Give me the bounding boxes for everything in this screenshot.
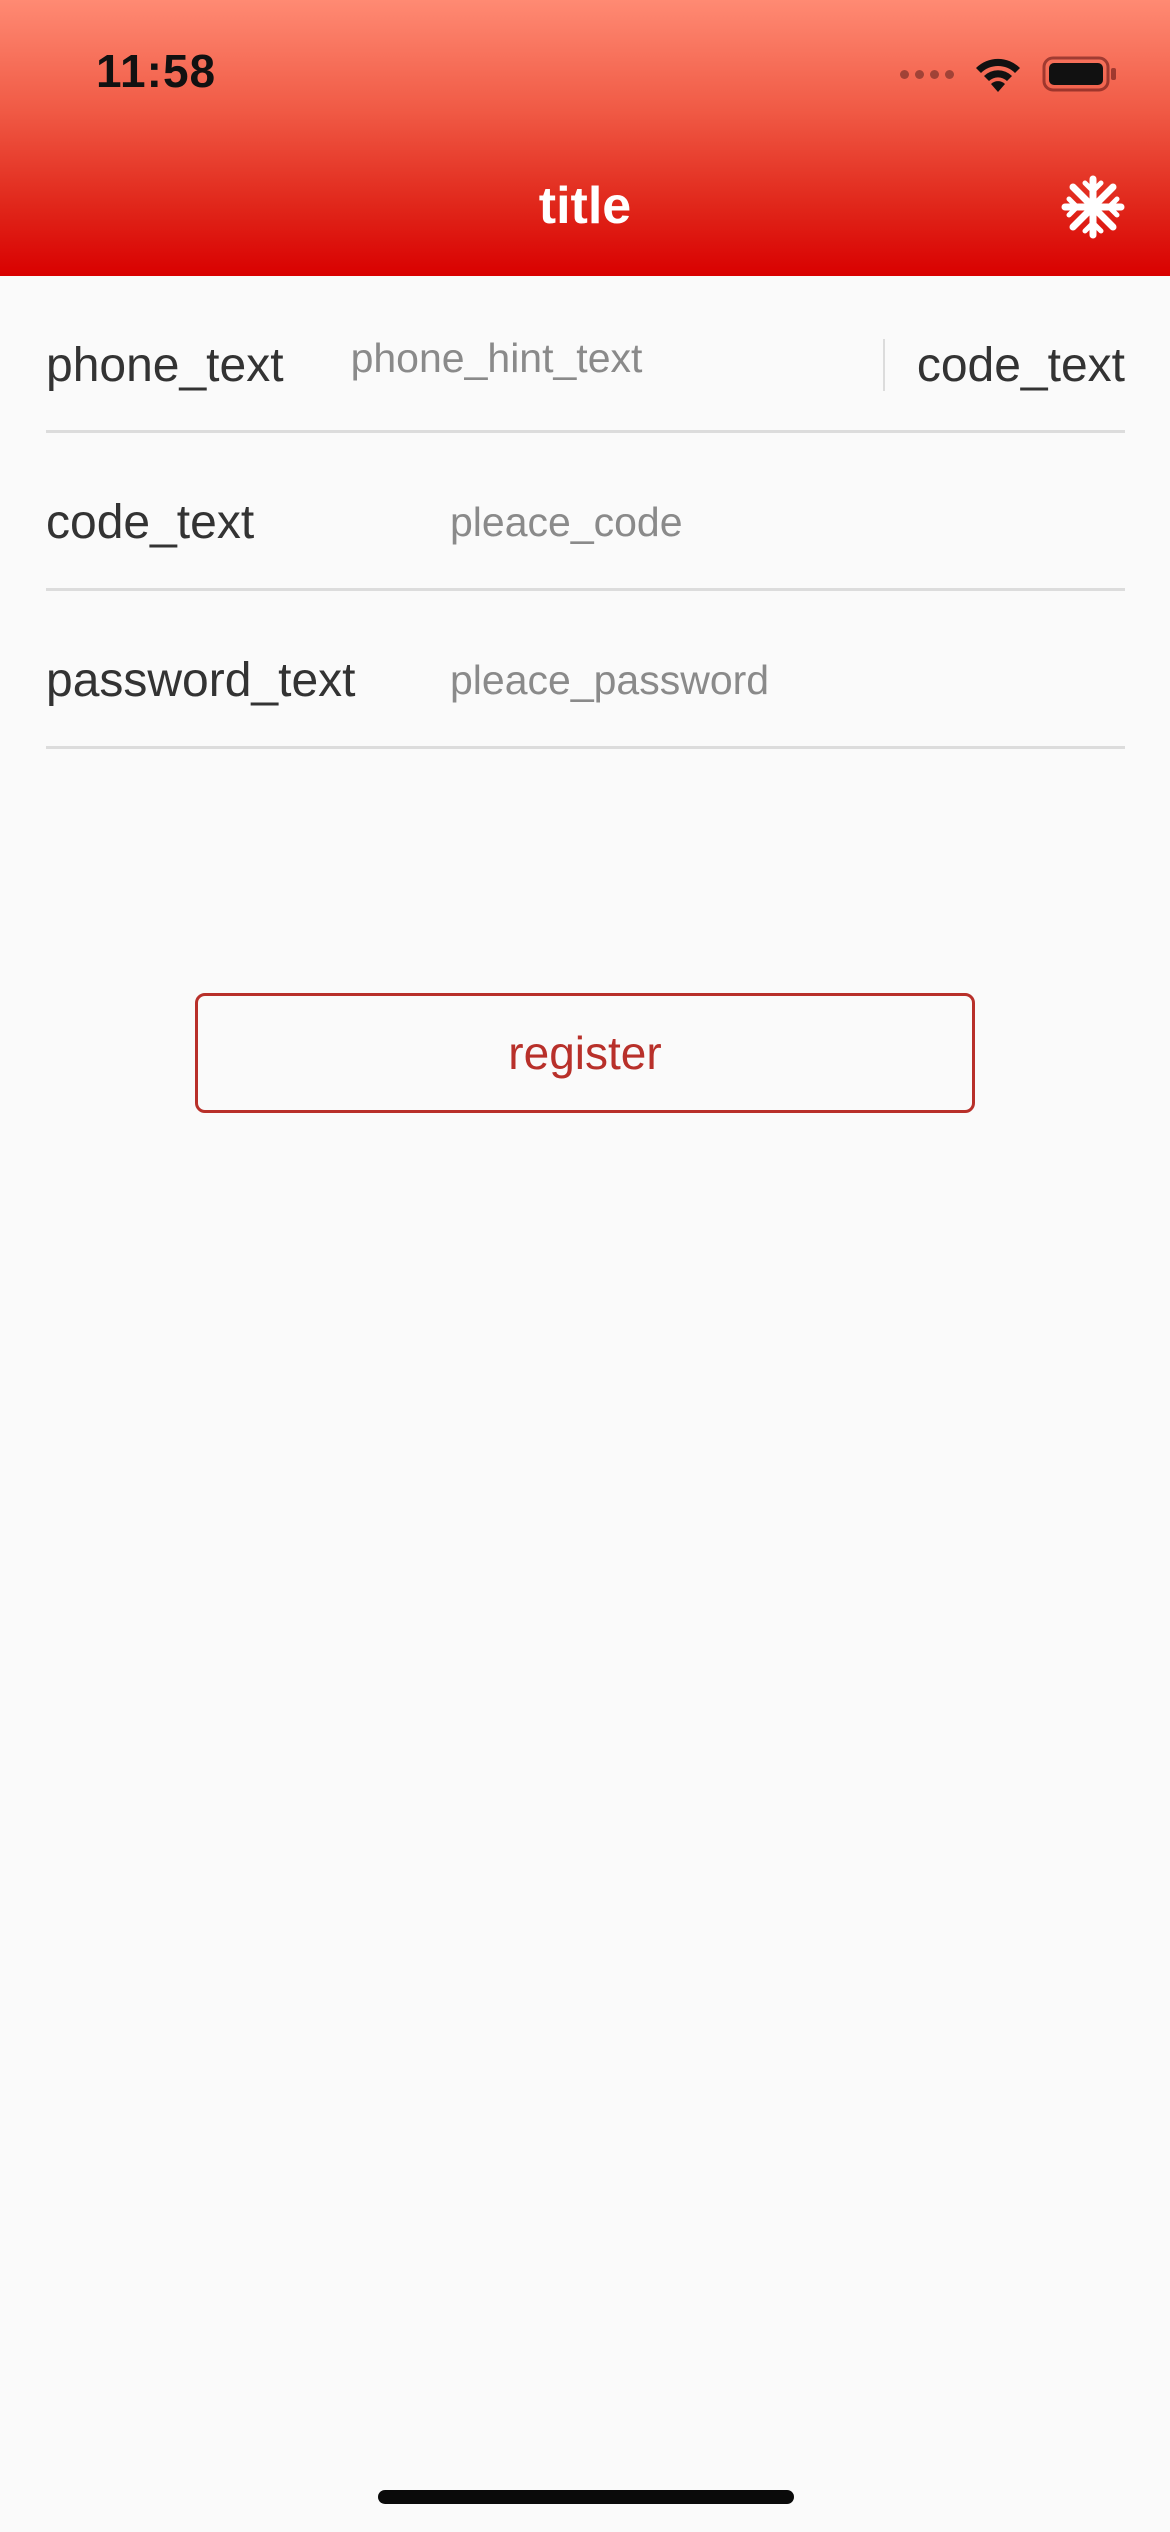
register-screen: 11:58 title phone_text phone_hint_text c… xyxy=(0,0,1170,2532)
register-button[interactable]: register xyxy=(195,993,975,1113)
home-indicator[interactable] xyxy=(378,2490,794,2504)
register-form: phone_text code_text code_text password_… xyxy=(46,276,1125,749)
password-row: password_text xyxy=(46,591,1125,749)
password-input[interactable] xyxy=(450,640,1125,721)
phone-input[interactable] xyxy=(350,318,883,398)
phone-row: phone_text code_text xyxy=(46,276,1125,433)
app-header: 11:58 title xyxy=(0,0,1170,276)
phone-label: phone_text xyxy=(46,338,284,392)
status-icons xyxy=(900,52,1118,96)
snowflake-icon xyxy=(1061,175,1125,239)
code-label: code_text xyxy=(46,496,255,549)
code-row: code_text xyxy=(46,433,1125,591)
page-title: title xyxy=(538,177,632,235)
password-label: password_text xyxy=(46,654,356,707)
signal-dots-icon xyxy=(900,69,954,79)
get-code-button[interactable]: code_text xyxy=(885,338,1125,393)
code-input[interactable] xyxy=(450,482,1125,563)
status-time: 11:58 xyxy=(96,45,217,97)
wifi-icon xyxy=(976,58,1020,92)
header-action-button[interactable] xyxy=(1058,172,1128,242)
battery-icon xyxy=(1042,56,1116,92)
